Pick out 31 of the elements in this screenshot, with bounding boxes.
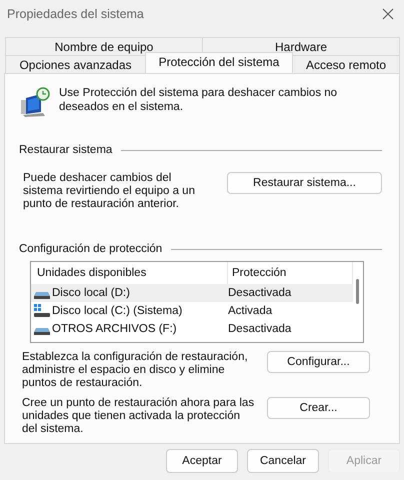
restore-system-button[interactable]: Restaurar sistema... <box>227 172 382 194</box>
restore-description: Puede deshacer cambios del sistema revirtiendo el equipo a un punto de restauración anterior. <box>23 172 196 211</box>
tab[interactable]: Acceso remoto <box>292 55 400 73</box>
section-heading: Configuración de protección <box>19 243 162 255</box>
section-heading: Restaurar sistema <box>19 144 112 156</box>
dialog-button[interactable]: Cancelar <box>247 449 319 473</box>
tab[interactable]: Opciones avanzadas <box>5 55 146 73</box>
action-button[interactable]: Configurar... <box>267 351 370 373</box>
drive-row[interactable]: OTROS ARCHIVOS (F:) Desactivada <box>31 320 353 338</box>
protection-status: Desactivada <box>227 323 292 335</box>
tab[interactable]: Protección del sistema <box>145 52 293 73</box>
drive-row[interactable]: Disco local (C:) (Sistema) Activada <box>31 302 353 320</box>
drive-row[interactable]: Disco local (D:) Desactivada <box>31 284 353 302</box>
intro-text: Use Protección del sistema para deshacer cambios no deseados en el sistema. <box>59 86 338 114</box>
close-icon[interactable] <box>382 8 394 20</box>
action-button[interactable]: Crear... <box>267 397 370 419</box>
action-description: Cree un punto de restauración ahora para las unidades que tienen activada la protección del sistema. <box>22 397 256 436</box>
tab[interactable]: Nombre de equipo <box>5 37 203 55</box>
drive-name: OTROS ARCHIVOS (F:) <box>52 323 177 335</box>
protection-status: Desactivada <box>227 287 292 299</box>
system-drive-icon <box>34 304 50 318</box>
window-title: Propiedades del sistema <box>7 7 144 21</box>
scrollbar-thumb[interactable] <box>356 279 359 304</box>
protection-status: Activada <box>227 305 272 317</box>
action-description: Establezca la configuración de restauración, administre el espacio en disco y elimine puntos de restauración. <box>22 351 249 390</box>
column-header[interactable]: Protección <box>228 267 286 279</box>
tab[interactable]: Hardware <box>202 37 400 55</box>
dialog-button[interactable]: Aceptar <box>166 449 238 473</box>
computer-restore-icon <box>19 86 51 118</box>
drive-name: Disco local (C:) (Sistema) <box>52 305 182 317</box>
drive-name: Disco local (D:) <box>52 287 130 299</box>
